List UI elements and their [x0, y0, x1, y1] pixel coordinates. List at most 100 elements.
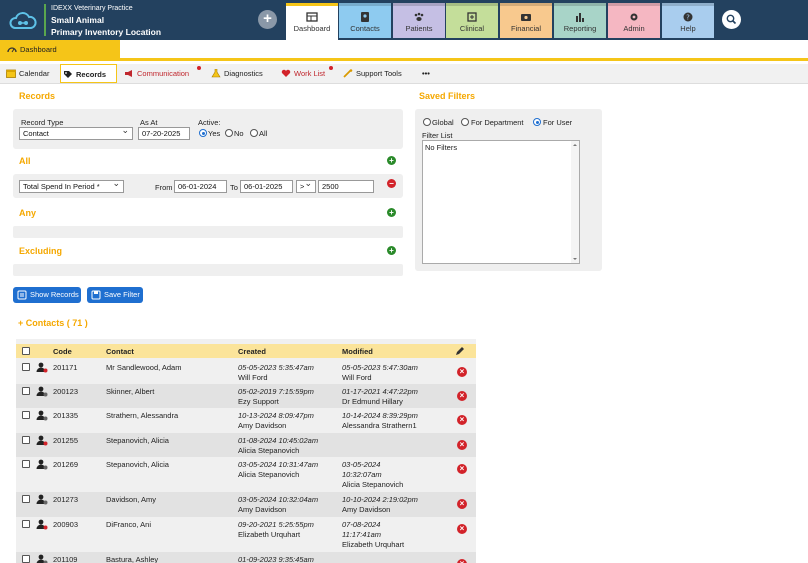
subnav-label: Work List — [294, 69, 326, 78]
subnav-calendar[interactable]: Calendar — [4, 64, 60, 83]
to-date-input[interactable]: 06-01-2025 — [240, 180, 293, 193]
row-checkbox[interactable] — [22, 436, 30, 444]
filter-list[interactable]: No Filters — [422, 140, 580, 264]
cell-code[interactable]: 201269 — [53, 460, 78, 469]
active-no-radio[interactable] — [225, 129, 233, 137]
paw-icon — [414, 12, 424, 21]
tab-help[interactable]: ? Help — [662, 3, 714, 38]
expand-icon: + — [18, 318, 24, 328]
row-checkbox[interactable] — [22, 387, 30, 395]
table-row[interactable]: 200123 Skinner, Albert 05-02-2019 7:15:59p… — [16, 384, 476, 408]
contact-person-icon — [36, 386, 48, 397]
tab-label: Dashboard — [293, 24, 331, 33]
cell-contact[interactable]: Mr Sandlewood, Adam — [106, 363, 181, 372]
cell-contact[interactable]: Skinner, Albert — [106, 387, 154, 396]
header-modified[interactable]: Modified — [342, 347, 373, 356]
header-created[interactable]: Created — [238, 347, 266, 356]
row-checkbox[interactable] — [22, 495, 30, 503]
filter-list-scrollbar[interactable] — [571, 141, 579, 263]
cell-code[interactable]: 201171 — [53, 363, 77, 372]
global-search-button[interactable] — [722, 10, 741, 29]
subnav-records[interactable]: Records — [60, 64, 117, 83]
tab-label: Help — [680, 24, 696, 33]
table-row[interactable]: 201273 Davidson, Amy 03-05-2024 10:32:04am… — [16, 492, 476, 517]
cell-contact[interactable]: Bastura, Ashley — [106, 555, 158, 563]
cell-contact[interactable]: Davidson, Amy — [106, 495, 156, 504]
table-row[interactable]: 200903 DiFranco, Ani 09-20-2021 5:25:55pm E… — [16, 517, 476, 552]
filter-global-label: Global — [432, 118, 454, 127]
cell-code[interactable]: 200123 — [53, 387, 78, 396]
subnav-more[interactable]: ••• — [407, 64, 431, 83]
tab-clinical[interactable]: Clinical — [446, 3, 498, 38]
active-yes-radio[interactable] — [199, 129, 207, 137]
header-contact[interactable]: Contact — [106, 347, 134, 356]
tab-contacts[interactable]: Contacts — [339, 3, 391, 38]
delete-row-button[interactable]: × — [457, 415, 467, 425]
delete-row-button[interactable]: × — [457, 464, 467, 474]
select-all-checkbox[interactable] — [22, 347, 30, 355]
diagnostics-icon — [211, 69, 221, 78]
delete-row-button[interactable]: × — [457, 440, 467, 450]
subnav-work-list[interactable]: Work List — [279, 64, 334, 83]
filter-user-radio[interactable] — [533, 118, 541, 126]
amount-input[interactable]: 2500 — [318, 180, 374, 193]
subnav-label: Records — [76, 70, 107, 79]
delete-row-button[interactable]: × — [457, 499, 467, 509]
cell-code[interactable]: 200903 — [53, 520, 78, 529]
row-checkbox[interactable] — [22, 460, 30, 468]
tab-patients[interactable]: Patients — [393, 3, 445, 38]
brand-divider — [44, 4, 46, 36]
save-filter-button[interactable]: Save Filter — [87, 287, 143, 303]
cell-modified-extra: Elizabeth Urquhart — [342, 540, 405, 549]
cell-contact[interactable]: Stepanovich, Alicia — [106, 436, 169, 445]
row-checkbox[interactable] — [22, 363, 30, 371]
delete-row-button[interactable]: × — [457, 559, 467, 563]
cell-contact[interactable]: DiFranco, Ani — [106, 520, 151, 529]
table-row[interactable]: 201255 Stepanovich, Alicia 01-08-2024 10:4… — [16, 433, 476, 457]
dashboard-tab-label: Dashboard — [20, 45, 57, 54]
filter-department-radio[interactable] — [461, 118, 469, 126]
cell-code[interactable]: 201109 — [53, 555, 77, 563]
operator-select[interactable]: > — [296, 180, 316, 193]
table-row[interactable]: 201269 Stepanovich, Alicia 03-05-2024 10:3… — [16, 457, 476, 492]
show-records-button[interactable]: Show Records — [13, 287, 81, 303]
subnav-support-tools[interactable]: Support Tools — [341, 64, 409, 83]
table-row[interactable]: 201335 Strathern, Alessandra 10-13-2024 8:… — [16, 408, 476, 433]
quick-add-button[interactable]: + — [258, 10, 277, 29]
subnav-diagnostics[interactable]: Diagnostics — [209, 64, 269, 83]
delete-row-button[interactable]: × — [457, 367, 467, 377]
filter-global-radio[interactable] — [423, 118, 431, 126]
tab-financial[interactable]: Financial — [500, 3, 552, 38]
table-row[interactable]: 201109 Bastura, Ashley 01-09-2023 9:35:45a… — [16, 552, 476, 563]
from-date-input[interactable]: 06-01-2024 — [174, 180, 227, 193]
add-any-condition-button[interactable]: + — [387, 208, 396, 217]
cell-code[interactable]: 201255 — [53, 436, 78, 445]
delete-row-button[interactable]: × — [457, 524, 467, 534]
record-type-select[interactable]: Contact — [19, 127, 133, 140]
delete-row-button[interactable]: × — [457, 391, 467, 401]
active-all-radio[interactable] — [250, 129, 258, 137]
tab-admin[interactable]: Admin — [608, 3, 660, 38]
cell-contact[interactable]: Stepanovich, Alicia — [106, 460, 169, 469]
remove-condition-button[interactable]: − — [387, 179, 396, 188]
excluding-group-title: Excluding — [19, 246, 63, 256]
subnav-communication[interactable]: Communication — [122, 64, 202, 83]
add-excluding-condition-button[interactable]: + — [387, 246, 396, 255]
header-code[interactable]: Code — [53, 347, 72, 356]
edit-pencil-icon[interactable] — [455, 346, 465, 356]
row-checkbox[interactable] — [22, 555, 30, 563]
table-row[interactable]: 201171 Mr Sandlewood, Adam 05-05-2023 5:35… — [16, 360, 476, 384]
contacts-section-toggle[interactable]: + Contacts ( 71 ) — [18, 318, 88, 328]
tab-label: Patients — [405, 24, 433, 33]
as-at-date-input[interactable]: 07-20-2025 — [138, 127, 190, 140]
row-checkbox[interactable] — [22, 520, 30, 528]
row-checkbox[interactable] — [22, 411, 30, 419]
cell-contact[interactable]: Strathern, Alessandra — [106, 411, 178, 420]
tab-dashboard[interactable]: Dashboard — [286, 3, 338, 40]
tab-reporting[interactable]: Reporting — [554, 3, 606, 38]
dashboard-tab[interactable]: Dashboard — [0, 40, 120, 58]
cell-code[interactable]: 201335 — [53, 411, 78, 420]
add-all-condition-button[interactable]: + — [387, 156, 396, 165]
cell-code[interactable]: 201273 — [53, 495, 78, 504]
condition-field-select[interactable]: Total Spend In Period * — [19, 180, 124, 193]
